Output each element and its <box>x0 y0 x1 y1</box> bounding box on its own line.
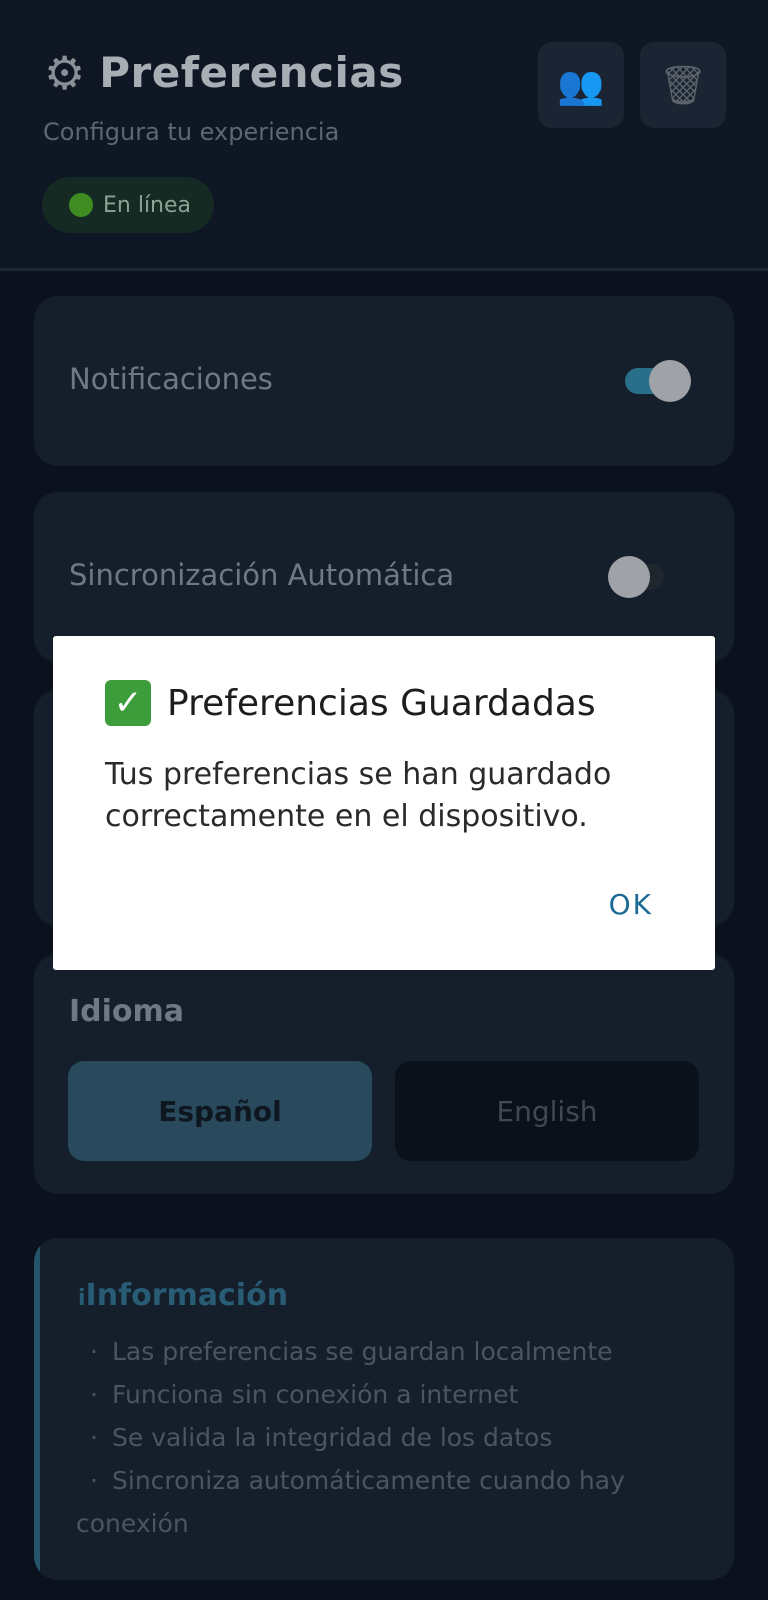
dialog-title: Preferencias Guardadas <box>167 682 596 724</box>
saved-dialog: ✓ Preferencias Guardadas Tus preferencia… <box>53 636 715 970</box>
dialog-title-row: ✓ Preferencias Guardadas <box>105 680 596 726</box>
check-icon: ✓ <box>105 680 151 726</box>
ok-button[interactable]: OK <box>609 888 653 921</box>
dialog-message: Tus preferencias se han guardado correct… <box>105 757 612 834</box>
